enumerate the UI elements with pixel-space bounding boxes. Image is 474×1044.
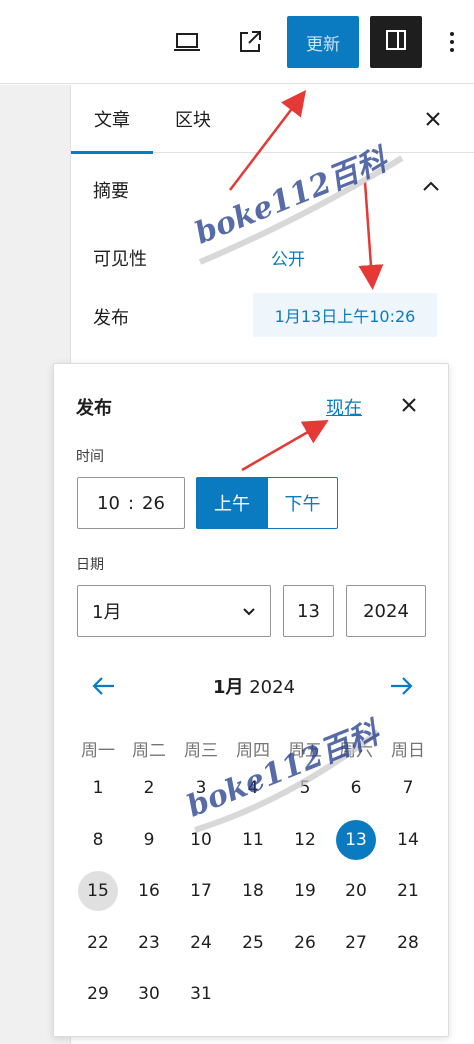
calendar-day[interactable]: 1 (78, 768, 118, 808)
close-icon[interactable] (398, 394, 420, 416)
visibility-label: 可见性 (93, 249, 147, 270)
calendar-day[interactable]: 10 (181, 820, 221, 860)
more-vertical-icon[interactable] (444, 28, 460, 56)
summary-title: 摘要 (93, 181, 129, 202)
calendar-day[interactable]: 8 (78, 820, 118, 860)
day-input[interactable]: 13 (283, 585, 334, 637)
calendar-month: 1月 (212, 677, 244, 698)
calendar-day[interactable]: 12 (285, 820, 325, 860)
calendar-day[interactable]: 7 (388, 768, 428, 808)
sidebar-toggle-icon (384, 28, 408, 56)
time-separator: : (127, 492, 135, 514)
calendar-day[interactable]: 25 (233, 923, 273, 963)
publish-label: 发布 (93, 308, 129, 329)
month-select-value: 1月 (92, 602, 122, 623)
calendar-day[interactable]: 28 (388, 923, 428, 963)
year-input[interactable]: 2024 (346, 585, 426, 637)
calendar-day[interactable]: 14 (388, 820, 428, 860)
calendar-day[interactable]: 31 (181, 974, 221, 1014)
weekday-header: 周日 (391, 741, 425, 761)
calendar-day[interactable]: 24 (181, 923, 221, 963)
calendar-month-title: 1月 2024 (194, 673, 314, 699)
calendar-day[interactable]: 16 (129, 871, 169, 911)
calendar-day[interactable]: 20 (336, 871, 376, 911)
arrow-left-icon[interactable] (90, 674, 118, 698)
calendar-day[interactable]: 2 (129, 768, 169, 808)
calendar-year: 2024 (249, 677, 296, 698)
now-button[interactable]: 现在 (326, 394, 362, 420)
external-link-icon[interactable] (236, 28, 264, 56)
calendar-day[interactable]: 18 (233, 871, 273, 911)
publish-date-popover: 发布 现在 时间 10 : 26 上午 下午 日期 1月 13 2024 1月 … (53, 363, 449, 1037)
sidebar-tabs: 文章 区块 (71, 85, 474, 154)
pm-button[interactable]: 下午 (267, 477, 338, 529)
publish-date-button[interactable]: 1月13日上午10:26 (253, 293, 437, 337)
calendar-day[interactable]: 6 (336, 768, 376, 808)
am-button[interactable]: 上午 (196, 477, 268, 529)
hour-field[interactable]: 10 (97, 493, 120, 514)
calendar-day[interactable]: 11 (233, 820, 273, 860)
time-label: 时间 (76, 449, 104, 465)
tab-block[interactable]: 区块 (175, 85, 211, 153)
popover-title: 发布 (76, 398, 112, 419)
calendar-day[interactable]: 23 (129, 923, 169, 963)
chevron-up-icon[interactable] (419, 175, 443, 199)
calendar-day[interactable]: 22 (78, 923, 118, 963)
time-input[interactable]: 10 : 26 (77, 477, 185, 529)
sidebar-toggle-button[interactable] (370, 16, 422, 68)
calendar-day[interactable]: 9 (129, 820, 169, 860)
close-icon[interactable] (419, 105, 447, 133)
editor-top-bar: 更新 (0, 0, 474, 84)
calendar-day[interactable]: 29 (78, 974, 118, 1014)
calendar-day[interactable]: 17 (181, 871, 221, 911)
chevron-down-icon (240, 602, 258, 620)
visibility-value-link[interactable]: 公开 (271, 245, 305, 270)
minute-field[interactable]: 26 (142, 493, 165, 514)
update-button[interactable]: 更新 (287, 16, 359, 68)
calendar-day[interactable]: 19 (285, 871, 325, 911)
calendar-day-selected[interactable]: 13 (336, 819, 376, 860)
calendar-day[interactable]: 26 (285, 923, 325, 963)
weekday-header: 周三 (184, 741, 218, 761)
calendar-day[interactable]: 15 (78, 871, 118, 911)
weekday-header: 周二 (132, 741, 166, 761)
tab-post[interactable]: 文章 (71, 85, 153, 154)
calendar-day[interactable]: 27 (336, 923, 376, 963)
month-select[interactable]: 1月 (77, 585, 271, 637)
calendar-day[interactable]: 30 (129, 974, 169, 1014)
date-label: 日期 (76, 557, 104, 573)
calendar-day[interactable]: 21 (388, 871, 428, 911)
arrow-right-icon[interactable] (387, 674, 415, 698)
laptop-icon[interactable] (172, 28, 202, 56)
weekday-header: 周一 (81, 741, 115, 761)
